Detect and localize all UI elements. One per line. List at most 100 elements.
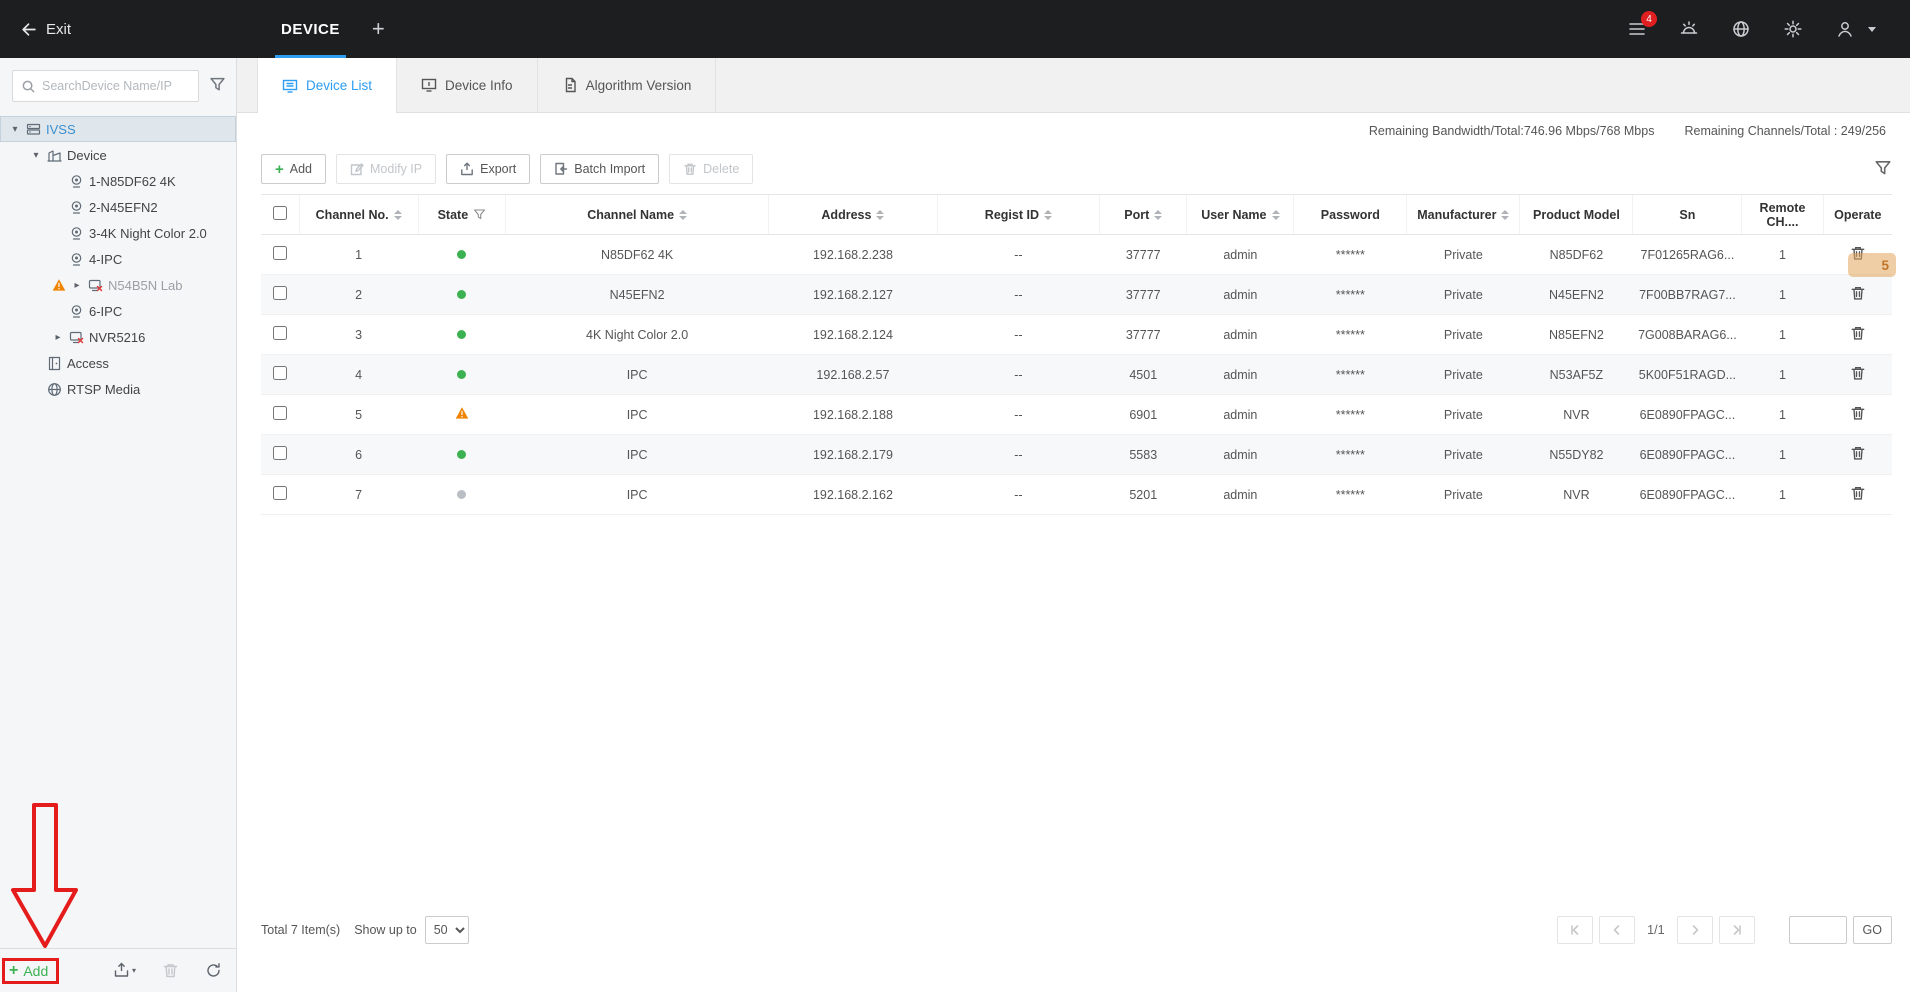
tab-device-info[interactable]: Device Info xyxy=(397,58,538,112)
sidebar-refresh-button[interactable] xyxy=(205,962,222,979)
sidebar-footer: + Add ▾ xyxy=(0,948,236,992)
column-label: User Name xyxy=(1201,207,1267,222)
tab-label: Device Info xyxy=(445,77,513,93)
column-header-address[interactable]: Address xyxy=(768,194,938,235)
row-checkbox[interactable] xyxy=(273,326,287,340)
cell-product_model: N85EFN2 xyxy=(1519,314,1633,355)
delete-button[interactable]: Delete xyxy=(669,154,754,184)
page-jump-input[interactable] xyxy=(1788,916,1847,944)
sort-icon[interactable] xyxy=(1043,209,1052,220)
sort-icon[interactable] xyxy=(1154,209,1163,220)
state-filter-icon[interactable] xyxy=(473,208,486,221)
delete-row-button[interactable] xyxy=(1850,285,1866,304)
batch-import-button[interactable]: Batch Import xyxy=(540,154,660,184)
cell-state xyxy=(418,474,506,515)
tree-item-label: 1-N85DF62 4K xyxy=(89,173,176,189)
state-online-dot xyxy=(457,369,467,379)
sort-icon[interactable] xyxy=(1501,209,1510,220)
delete-row-button[interactable] xyxy=(1850,325,1866,344)
table-row: 4 IPC 192.168.2.57 -- 4501 admin ****** Private… xyxy=(261,354,1892,395)
add-button[interactable]: + Add xyxy=(261,154,327,184)
cell-operate xyxy=(1823,394,1892,435)
table-row: 1 N85DF62 4K 192.168.2.238 -- 37777 admin ****… xyxy=(261,234,1892,275)
tree-item-device[interactable]: ▾ Device xyxy=(0,142,236,168)
prev-page-button[interactable] xyxy=(1599,916,1636,944)
new-tab-button[interactable]: + xyxy=(372,0,385,58)
table-row: 5 IPC 192.168.2.188 -- 6901 admin ****** Privat… xyxy=(261,394,1892,435)
state-online-dot xyxy=(457,249,467,259)
sidebar: ▾ IVSS ▾ Device 1-N85DF62 4K 2-N45EFN2 3-4K Ni… xyxy=(0,58,237,992)
device-search-input[interactable] xyxy=(42,79,190,93)
tree-item-rtsp-media[interactable]: RTSP Media xyxy=(0,376,236,402)
select-all-checkbox[interactable] xyxy=(272,206,287,220)
column-header-manufacturer[interactable]: Manufacturer xyxy=(1406,194,1520,235)
column-header-user_name[interactable]: User Name xyxy=(1186,194,1294,235)
go-button[interactable]: GO xyxy=(1852,916,1892,944)
cell-product_model: N53AF5Z xyxy=(1519,354,1633,395)
network-icon[interactable] xyxy=(1730,18,1752,40)
user-menu-icon[interactable] xyxy=(1834,18,1856,40)
column-header-channel_name[interactable]: Channel Name xyxy=(505,194,769,235)
last-page-button[interactable] xyxy=(1718,916,1755,944)
sort-icon[interactable] xyxy=(679,209,688,220)
topbar: Exit DEVICE + 4 xyxy=(0,0,1910,58)
tree-item-nvr5216[interactable]: ▸ NVR5216 xyxy=(0,324,236,350)
sort-icon[interactable] xyxy=(876,209,885,220)
exit-button[interactable]: Exit xyxy=(0,21,237,38)
camera-icon xyxy=(69,226,84,241)
tree-item-6-ipc[interactable]: 6-IPC xyxy=(0,298,236,324)
cell-address: 192.168.2.162 xyxy=(768,474,938,515)
column-header-regist_id[interactable]: Regist ID xyxy=(936,194,1100,235)
modify-ip-button[interactable]: Modify IP xyxy=(336,154,437,184)
alarm-icon[interactable] xyxy=(1678,18,1700,40)
tree-item-4-ipc[interactable]: 4-IPC xyxy=(0,246,236,272)
tree-item-n54b5n-lab[interactable]: ▸ N54B5N Lab xyxy=(0,272,236,298)
cell-channel_name: IPC xyxy=(505,434,769,475)
cell-manufacturer: Private xyxy=(1406,434,1520,475)
sidebar-export-button[interactable]: ▾ xyxy=(113,962,136,979)
delete-row-button[interactable] xyxy=(1850,485,1866,504)
tree-caret-right-icon[interactable]: ▸ xyxy=(71,280,83,291)
row-checkbox[interactable] xyxy=(273,446,287,460)
sidebar-add-button[interactable]: + Add xyxy=(9,962,48,980)
row-checkbox[interactable] xyxy=(273,486,287,500)
sidebar-delete-button[interactable] xyxy=(162,962,179,979)
tree-caret-down-icon[interactable]: ▾ xyxy=(30,150,42,161)
table-filter-icon[interactable] xyxy=(1874,159,1892,180)
import-icon xyxy=(554,162,568,176)
column-header-channel_no[interactable]: Channel No. xyxy=(298,194,419,235)
column-header-state[interactable]: State xyxy=(417,194,506,235)
next-page-button[interactable] xyxy=(1676,916,1713,944)
topbar-tab-device[interactable]: DEVICE xyxy=(269,0,352,58)
tree-item-3-4k-night-color-2-0[interactable]: 3-4K Night Color 2.0 xyxy=(0,220,236,246)
tree-caret-down-icon[interactable]: ▾ xyxy=(9,124,21,135)
sort-icon[interactable] xyxy=(1271,209,1280,220)
export-button[interactable]: Export xyxy=(446,154,531,184)
delete-row-button[interactable] xyxy=(1850,405,1866,424)
sort-icon[interactable] xyxy=(393,209,402,220)
search-icon xyxy=(22,80,35,93)
camera-icon xyxy=(69,200,84,215)
row-checkbox[interactable] xyxy=(273,286,287,300)
tree-item-ivss[interactable]: ▾ IVSS xyxy=(0,116,236,142)
delete-row-button[interactable] xyxy=(1850,245,1866,264)
row-checkbox[interactable] xyxy=(273,406,287,420)
row-checkbox[interactable] xyxy=(273,246,287,260)
tree-item-1-n85df62-4k[interactable]: 1-N85DF62 4K xyxy=(0,168,236,194)
delete-row-button[interactable] xyxy=(1850,445,1866,464)
first-page-button[interactable] xyxy=(1557,916,1594,944)
tree-item-2-n45efn2[interactable]: 2-N45EFN2 xyxy=(0,194,236,220)
cell-checkbox xyxy=(261,434,300,475)
gear-icon[interactable] xyxy=(1782,18,1804,40)
delete-row-button[interactable] xyxy=(1850,365,1866,384)
column-header-select-all[interactable] xyxy=(261,194,300,235)
tree-caret-right-icon[interactable]: ▸ xyxy=(52,332,64,343)
column-header-port[interactable]: Port xyxy=(1099,194,1187,235)
tree-item-access[interactable]: Access xyxy=(0,350,236,376)
tab-device-list[interactable]: Device List xyxy=(257,58,398,113)
sidebar-filter-icon[interactable] xyxy=(209,76,226,96)
page-size-select[interactable]: 50 xyxy=(424,916,469,944)
task-list-icon[interactable]: 4 xyxy=(1626,11,1657,40)
tab-algorithm-version[interactable]: Algorithm Version xyxy=(538,58,717,112)
row-checkbox[interactable] xyxy=(273,366,287,380)
